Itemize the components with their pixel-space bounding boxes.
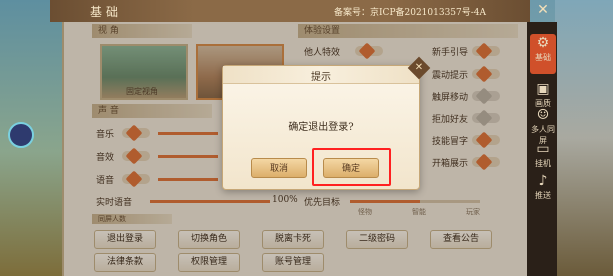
settings-title: 基础 — [90, 5, 123, 19]
scene-right — [555, 0, 613, 276]
tab-push[interactable]: ♪ 推送 — [530, 172, 556, 212]
picture-icon: ▣ — [536, 81, 550, 97]
tab-basic-label: 基础 — [535, 53, 551, 62]
icp-record: 备案号：京ICP备2021013357号-4A — [334, 8, 487, 18]
cancel-button[interactable]: 取消 — [251, 158, 307, 178]
close-icon[interactable]: ✕ — [533, 0, 553, 20]
dialog-close-icon[interactable]: ✕ — [407, 56, 431, 80]
confirm-highlight-box — [312, 148, 391, 186]
tab-afk-label: 挂机 — [535, 159, 551, 168]
tab-multi-player[interactable]: ☺ 多人同屏 — [530, 106, 556, 145]
bell-icon: ♪ — [538, 173, 548, 189]
settings-header: 基础 备案号：京ICP备2021013357号-4A — [50, 0, 530, 22]
tab-push-label: 推送 — [535, 191, 551, 200]
people-icon: ☺ — [536, 107, 550, 123]
floating-assistant-icon[interactable] — [8, 122, 34, 148]
tab-basic[interactable]: ⚙ 基础 — [530, 34, 556, 74]
gear-icon: ⚙ — [536, 35, 550, 51]
dialog-title: 提示 — [311, 72, 331, 83]
monitor-icon: ▭ — [536, 141, 550, 157]
dialog-message: 确定退出登录? — [288, 122, 354, 133]
